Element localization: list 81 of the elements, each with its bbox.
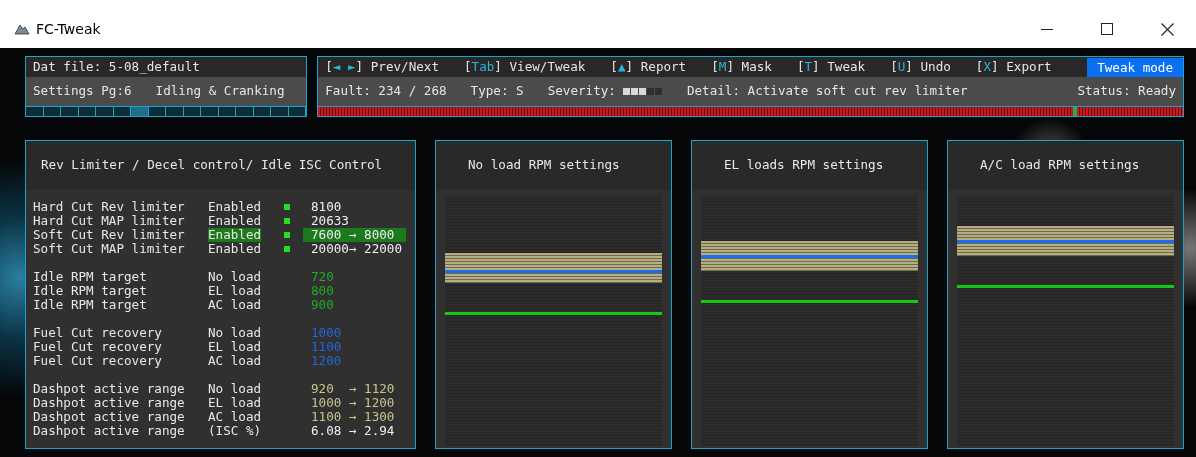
setting-mode: (ISC %) [208,424,262,438]
dat-file-label: Dat file: 5-08_default [33,57,200,76]
page-indicator-cell[interactable] [288,107,307,116]
setting-label: Fuel Cut recovery [33,340,163,354]
setting-value: 720 [311,269,334,284]
page-indicator-cell[interactable] [61,107,79,116]
page-indicator-cell[interactable] [43,107,62,116]
page-indicator-cell[interactable] [271,107,289,116]
setting-mode: No load [208,326,262,340]
setting-label: Soft Cut Rev limiter [33,228,186,242]
shortcut-hint[interactable]: [◄ ►] Prev/Next [325,57,439,77]
setting-value: 20000→ 22000 [311,241,402,256]
setting-value: 1200 [311,353,342,368]
page-indicator-cell[interactable] [253,107,272,116]
shortcut-hint[interactable]: [▲] Report [610,57,687,77]
setting-value: 1100 [311,339,342,354]
setting-label: Dashpot active range [33,424,186,438]
shortcut-hint[interactable]: [M] Mask [711,57,772,77]
setting-mode: No load [208,270,262,284]
setting-mode: AC load [208,354,262,368]
setting-value: 20633 [311,213,349,228]
setting-mode: Enabled [208,200,262,214]
setting-label: Dashpot active range [33,410,186,424]
setting-value: 1000 [311,325,342,340]
setting-mode: EL load [208,396,262,410]
page-indicator-cell[interactable] [96,107,114,116]
setting-label: Idle RPM target [33,270,148,284]
setting-mode: Enabled [208,242,262,256]
setting-mode: Enabled [208,214,262,228]
window-title: FC-Tweak [36,19,101,39]
page-indicator-cell[interactable] [236,107,254,116]
fault-detail: Detail: Activate soft cut rev limiter [686,82,968,101]
setting-label: Hard Cut MAP limiter [33,214,186,228]
setting-label: Dashpot active range [33,382,186,396]
setting-label: Idle RPM target [33,284,148,298]
severity-label: Severity: [547,82,616,101]
setting-value: 920 → 1120 [311,381,395,396]
page-indicator-cell[interactable] [166,107,184,116]
shortcut-hint[interactable]: [Tab] View/Tweak [464,57,586,77]
setting-label: Hard Cut Rev limiter [33,200,186,214]
panel-title: Rev Limiter / Decel control/ Idle ISC Control [41,156,383,175]
status-text: Status: Ready [1077,82,1176,101]
setting-value: 8100 [311,199,342,214]
shortcut-hint[interactable]: [U] Undo [890,57,951,77]
mode-badge: Tweak mode [1087,57,1183,77]
setting-label: Dashpot active range [33,396,186,410]
setting-value: 1000 → 1200 [311,395,395,410]
panel-title: EL loads RPM settings [724,156,884,175]
page-indicator-cell[interactable] [218,107,237,116]
fault-counter: Fault: 234 / 268 [325,82,447,101]
fault-type: Type: S [470,82,524,101]
page-indicator-cell[interactable] [78,107,97,116]
maximize-icon[interactable] [1101,22,1113,35]
setting-mode: EL load [208,340,262,354]
shortcut-hint[interactable]: [T] Tweak [796,57,866,77]
panel-title: A/C load RPM settings [980,156,1140,175]
page-indicator-cell[interactable] [131,107,149,116]
page-indicator-cell[interactable] [201,107,219,116]
setting-label: Idle RPM target [33,298,148,312]
setting-mode: AC load [208,298,262,312]
setting-label: Soft Cut MAP limiter [33,242,186,256]
shortcut-hint[interactable]: [X] Export [975,57,1052,77]
setting-value: 6.08 → 2.94 [311,423,395,438]
setting-value: 900 [311,297,334,312]
setting-mode: No load [208,382,262,396]
page-indicator-cell[interactable] [183,107,202,116]
setting-mode: Enabled [208,228,262,242]
setting-value: 1100 → 1300 [311,409,395,424]
setting-label: Fuel Cut recovery [33,354,163,368]
close-icon[interactable] [1161,22,1174,36]
section-label: Idling & Cranking [155,82,285,101]
page-indicator-cell[interactable] [113,107,132,116]
page-indicator-cell[interactable] [148,107,167,116]
settings-page-label: Settings Pg:6 [33,82,132,101]
setting-value: 7600 → 8000 [311,227,395,242]
setting-mode: EL load [208,284,262,298]
setting-mode: AC load [208,410,262,424]
panel-title: No load RPM settings [468,156,620,175]
page-indicator-cell[interactable] [26,107,44,116]
setting-value: 800 [311,283,334,298]
setting-label: Fuel Cut recovery [33,326,163,340]
